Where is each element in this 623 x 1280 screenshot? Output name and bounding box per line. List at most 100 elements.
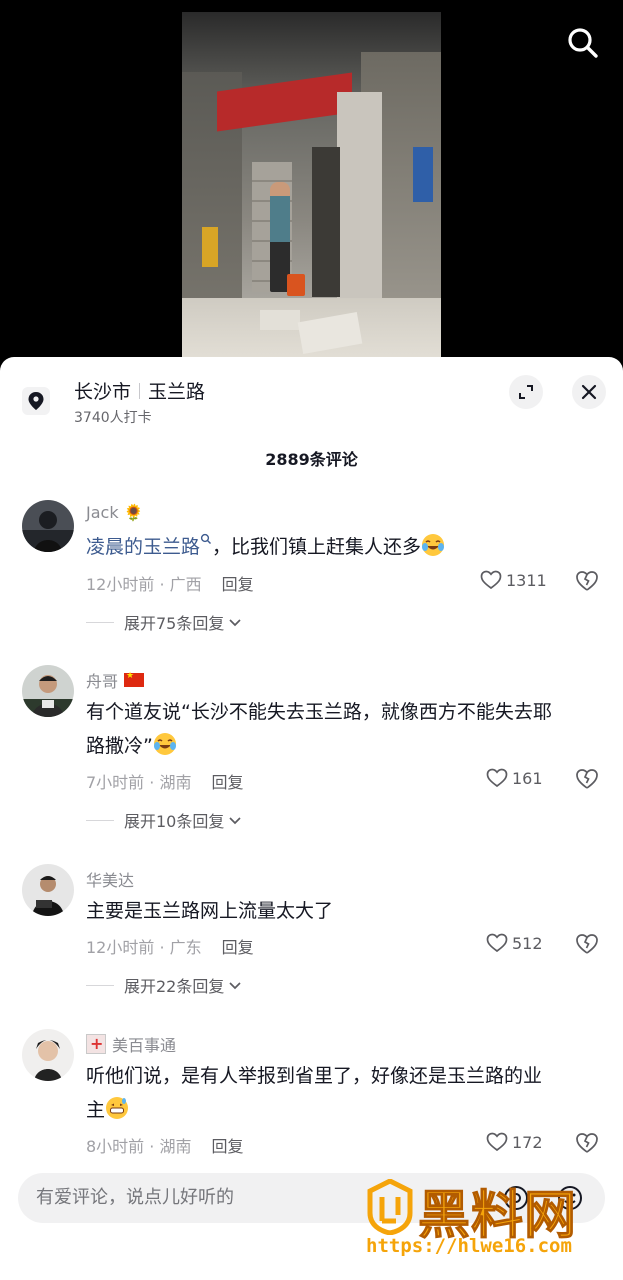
comment-count: 2889条评论 xyxy=(265,450,358,469)
watermark-url: https://hlwe16.com xyxy=(366,1235,572,1257)
dislike-button[interactable] xyxy=(575,768,599,794)
location-road: 玉兰路 xyxy=(148,381,206,403)
author-name: Jack xyxy=(86,503,119,522)
video-scene-post xyxy=(202,227,218,267)
search-icon[interactable] xyxy=(564,24,602,62)
expand-replies-label: 展开75条回复 xyxy=(124,614,225,633)
video-player[interactable] xyxy=(0,0,623,370)
video-scene-bucket xyxy=(287,274,305,296)
comment-author[interactable]: Jack 🌻 xyxy=(86,503,144,522)
comment-text-line: 有个道友说“长沙不能失去玉兰路，就像西方不能失去耶 xyxy=(86,701,552,723)
reply-button[interactable]: 回复 xyxy=(222,571,254,595)
laugh-cry-emoji-icon xyxy=(422,534,445,556)
like-button[interactable]: 512 xyxy=(486,933,543,953)
reply-button[interactable]: 回复 xyxy=(211,769,243,793)
comment-text: 听他们说，是有人举报到省里了，好像还是玉兰路的业 主 xyxy=(86,1059,606,1127)
avatar[interactable] xyxy=(22,500,74,552)
expand-replies-button[interactable]: 展开10条回复 xyxy=(86,808,242,832)
comment-time: 8小时前 · 湖南 xyxy=(86,1137,192,1156)
comment-text: 凌晨的玉兰路 ，比我们镇上赶集人还多 xyxy=(86,530,606,564)
heart-icon xyxy=(480,570,502,590)
comment-text-line: 主要是玉兰路网上流量太大了 xyxy=(86,900,334,922)
like-button[interactable]: 161 xyxy=(486,768,543,788)
expand-divider xyxy=(86,984,114,986)
comment-sheet: 长沙市 玉兰路 3740人打卡 2889条评论 Jack 🌻 凌晨的玉兰路 ，比… xyxy=(0,357,623,1280)
expand-replies-label: 展开10条回复 xyxy=(124,812,225,831)
watermark-logo-icon xyxy=(367,1179,413,1235)
close-icon xyxy=(581,384,597,400)
avatar[interactable] xyxy=(22,1029,74,1081)
comment-text: 主要是玉兰路网上流量太大了 xyxy=(86,894,606,928)
broken-heart-icon xyxy=(576,769,598,789)
like-count: 161 xyxy=(512,768,543,788)
watermark: 黑料网 https://hlwe16.com xyxy=(366,1173,606,1263)
video-scene-slab xyxy=(260,310,300,330)
expand-divider xyxy=(86,621,114,623)
broken-heart-icon xyxy=(576,1133,598,1153)
comment-text-line2: 路撒冷” xyxy=(86,729,606,763)
expand-replies-button[interactable]: 展开22条回复 xyxy=(86,973,242,997)
like-count: 172 xyxy=(512,1132,543,1152)
keyword-link[interactable]: 凌晨的玉兰路 xyxy=(86,536,200,558)
author-name: 华美达 xyxy=(86,871,135,890)
comment-author[interactable]: 华美达 xyxy=(86,867,134,891)
like-button[interactable]: 172 xyxy=(486,1132,543,1152)
comment-time: 12小时前 · 广东 xyxy=(86,938,202,957)
location-city: 长沙市 xyxy=(74,381,132,403)
location-checkins: 3740人打卡 xyxy=(74,410,152,426)
laugh-cry-emoji-icon xyxy=(153,733,176,755)
video-scene-sign xyxy=(413,147,433,202)
search-icon xyxy=(200,533,212,544)
author-name: 舟哥 xyxy=(86,672,119,691)
china-flag-icon xyxy=(124,671,145,687)
heart-icon xyxy=(486,933,508,953)
comment-text-line: 听他们说，是有人举报到省里了，好像还是玉兰路的业 xyxy=(86,1065,543,1087)
like-count: 512 xyxy=(512,933,543,953)
broken-heart-icon xyxy=(576,934,598,954)
reply-button[interactable]: 回复 xyxy=(211,1133,243,1157)
video-scene-pillar xyxy=(337,92,382,322)
close-button[interactable] xyxy=(572,375,606,409)
chevron-down-icon xyxy=(229,817,241,825)
comment-author[interactable]: 美百事通 xyxy=(86,1032,176,1056)
like-count: 1311 xyxy=(506,570,547,590)
location-header[interactable]: 长沙市 玉兰路 3740人打卡 xyxy=(0,357,623,437)
expand-button[interactable] xyxy=(509,375,543,409)
location-title: 长沙市 玉兰路 xyxy=(74,377,205,404)
comment-text: 有个道友说“长沙不能失去玉兰路，就像西方不能失去耶 路撒冷” xyxy=(86,695,606,763)
avatar[interactable] xyxy=(22,864,74,916)
reply-button[interactable]: 回复 xyxy=(222,934,254,958)
comment-time: 12小时前 · 广西 xyxy=(86,575,202,594)
comment-text-line: 主 xyxy=(86,1099,106,1121)
comment-text-line2: 主 xyxy=(86,1093,606,1127)
heart-icon xyxy=(486,1132,508,1152)
dislike-button[interactable] xyxy=(575,933,599,959)
like-button[interactable]: 1311 xyxy=(480,570,547,590)
comment-text-rest: ，比我们镇上赶集人还多 xyxy=(212,536,422,558)
chevron-down-icon xyxy=(229,619,241,627)
expand-replies-button[interactable]: 展开75条回复 xyxy=(86,610,242,634)
comment-text-line: 路撒冷” xyxy=(86,735,153,757)
expand-icon xyxy=(519,385,533,399)
expand-replies-label: 展开22条回复 xyxy=(124,977,225,996)
video-scene-door xyxy=(312,147,340,297)
location-pin-icon xyxy=(22,387,50,415)
video-frame[interactable] xyxy=(182,12,441,358)
sunflower-icon: 🌻 xyxy=(123,502,144,522)
comment-meta: 12小时前 · 广东 回复 xyxy=(86,934,254,958)
grin-sweat-emoji-icon xyxy=(106,1097,129,1119)
dislike-button[interactable] xyxy=(575,1132,599,1158)
broken-heart-icon xyxy=(576,571,598,591)
location-separator xyxy=(139,382,141,399)
comment-meta: 12小时前 · 广西 回复 xyxy=(86,571,254,595)
dislike-button[interactable] xyxy=(575,570,599,596)
comment-meta: 7小时前 · 湖南 回复 xyxy=(86,769,243,793)
comment-time: 7小时前 · 湖南 xyxy=(86,773,192,792)
comment-meta: 8小时前 · 湖南 回复 xyxy=(86,1133,243,1157)
chevron-down-icon xyxy=(229,982,241,990)
heart-icon xyxy=(486,768,508,788)
avatar[interactable] xyxy=(22,665,74,717)
expand-divider xyxy=(86,819,114,821)
author-name: 美百事通 xyxy=(112,1036,177,1055)
comment-author[interactable]: 舟哥 xyxy=(86,668,145,692)
